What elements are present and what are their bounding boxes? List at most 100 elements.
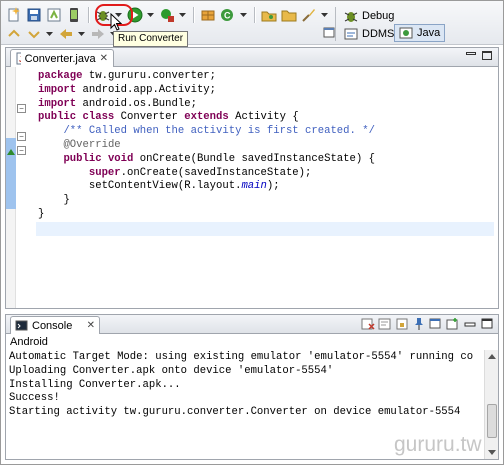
console-tab-bar: Console ✕ [6, 315, 498, 334]
scroll-up-icon[interactable] [488, 354, 496, 359]
code-line: super.onCreate(savedInstanceState); [38, 167, 494, 181]
minimize-icon[interactable] [463, 317, 477, 331]
scroll-lock-icon[interactable] [395, 317, 409, 331]
ddms-perspective-button[interactable]: DDMS [344, 25, 394, 43]
perspective-separator [335, 7, 336, 41]
search-icon[interactable] [300, 6, 318, 24]
save-icon[interactable] [25, 6, 43, 24]
svg-text:C: C [224, 11, 231, 21]
code-keyword: import [38, 83, 77, 96]
code-text: } [63, 194, 70, 207]
code-annotation: @Override [63, 138, 121, 151]
code-line: setContentView(R.layout.main); [38, 180, 494, 194]
new-java-class-icon[interactable]: C [219, 6, 237, 24]
open-folder-icon[interactable] [280, 6, 298, 24]
new-java-package-icon[interactable] [199, 6, 217, 24]
fold-toggle-icon[interactable]: − [17, 104, 26, 113]
maximize-icon[interactable] [482, 51, 492, 60]
code-text: tw.gururu.converter; [88, 70, 217, 82]
console-icon [15, 320, 28, 331]
code-text: android.os.Bundle; [82, 97, 197, 110]
svg-text:J: J [19, 55, 21, 64]
display-selected-console-icon[interactable] [429, 317, 443, 331]
android-avd-manager-icon[interactable] [65, 6, 83, 24]
console-output[interactable]: Automatic Target Mode: using existing em… [9, 351, 481, 420]
editor-pane: J Converter.java ✕ − − − package tw.guru… [5, 47, 499, 309]
external-tools-dropdown-icon[interactable] [178, 6, 186, 24]
toolbar-row-2 [5, 24, 121, 44]
main-toolbar: C Debug DDMS Java Run Converter [1, 1, 503, 47]
code-text: setContentView(R.layout. [88, 180, 242, 193]
ddms-perspective-icon [344, 28, 358, 40]
code-line: } [38, 194, 494, 208]
scrollbar-thumb[interactable] [487, 404, 497, 438]
previous-annotation-icon[interactable] [25, 25, 43, 43]
code-line: import android.os.Bundle; [38, 98, 494, 112]
debug-perspective-icon [344, 12, 358, 22]
minimize-icon[interactable] [466, 52, 476, 55]
code-comment: /** Called when the activity is first cr… [63, 125, 375, 138]
code-line: package tw.gururu.converter; [38, 70, 494, 84]
console-line: Success! [9, 392, 60, 405]
console-line: Starting activity tw.gururu.converter.Co… [9, 406, 461, 419]
code-line: public void onCreate(Bundle savedInstanc… [38, 153, 494, 167]
code-field: main [241, 180, 267, 193]
code-keyword: public class [38, 111, 115, 124]
console-toolbar [361, 317, 494, 331]
debug-perspective-label: Debug [362, 10, 395, 22]
annotation-dropdown-icon[interactable] [45, 25, 53, 43]
mouse-cursor-icon [110, 13, 122, 31]
new-class-dropdown-icon[interactable] [239, 6, 247, 24]
editor-ruler [6, 67, 16, 308]
scroll-down-icon[interactable] [488, 450, 496, 455]
editor-tab-label: Converter.java [24, 52, 96, 65]
eclipse-window: C Debug DDMS Java Run Converter Converte… [0, 0, 504, 465]
back-icon[interactable] [57, 25, 75, 43]
code-text: Converter [120, 111, 178, 124]
maximize-icon[interactable] [480, 317, 494, 331]
external-tools-icon[interactable] [158, 6, 176, 24]
fold-toggle-icon[interactable]: − [17, 146, 26, 155]
java-perspective-label: Java [417, 27, 441, 39]
next-annotation-icon[interactable] [5, 25, 23, 43]
console-line: Uploading Converter.apk onto device 'emu… [9, 364, 334, 377]
code-text: } [38, 207, 45, 220]
toolbar-separator [254, 7, 255, 23]
code-line: import android.app.Activity; [38, 84, 494, 98]
editor-tab-bar: J Converter.java ✕ [6, 48, 498, 67]
clear-console-icon[interactable] [378, 317, 392, 331]
java-perspective-icon [399, 27, 413, 39]
editor-tab-converter[interactable]: J Converter.java ✕ [10, 49, 114, 67]
console-tab-label: Console [32, 319, 73, 332]
open-perspective-icon[interactable] [323, 25, 335, 42]
console-name: Android [10, 336, 48, 348]
code-keyword: extends [184, 111, 229, 124]
forward-icon[interactable] [89, 25, 107, 43]
console-tab[interactable]: Console ✕ [10, 316, 100, 334]
console-line: Installing Converter.apk... [9, 378, 181, 391]
code-line-current [36, 221, 494, 236]
debug-perspective-button[interactable]: Debug [344, 7, 394, 25]
code-line: } [38, 208, 494, 222]
new-file-icon[interactable] [5, 6, 23, 24]
pin-console-icon[interactable] [412, 317, 426, 331]
open-type-icon[interactable] [260, 6, 278, 24]
console-line: Automatic Target Mode: using existing em… [9, 351, 474, 363]
code-keyword: public void [63, 152, 134, 165]
open-console-icon[interactable] [446, 317, 460, 331]
close-icon[interactable]: ✕ [100, 53, 108, 64]
back-dropdown-icon[interactable] [77, 25, 85, 43]
code-text: onCreate(Bundle savedInstanceState) { [139, 152, 375, 165]
android-sdk-manager-icon[interactable] [45, 6, 63, 24]
code-area[interactable]: package tw.gururu.converter; import andr… [36, 70, 494, 236]
search-dropdown-icon[interactable] [320, 6, 328, 24]
code-line: /** Called when the activity is first cr… [38, 125, 494, 139]
close-icon[interactable]: ✕ [87, 320, 95, 331]
java-perspective-button[interactable]: Java [394, 24, 446, 42]
toolbar-separator [193, 7, 194, 23]
remove-launch-icon[interactable] [361, 317, 375, 331]
console-vertical-scrollbar[interactable] [484, 350, 498, 459]
fold-toggle-icon[interactable]: − [17, 132, 26, 141]
run-tooltip: Run Converter [113, 31, 189, 47]
run-dropdown-icon[interactable] [146, 6, 154, 24]
